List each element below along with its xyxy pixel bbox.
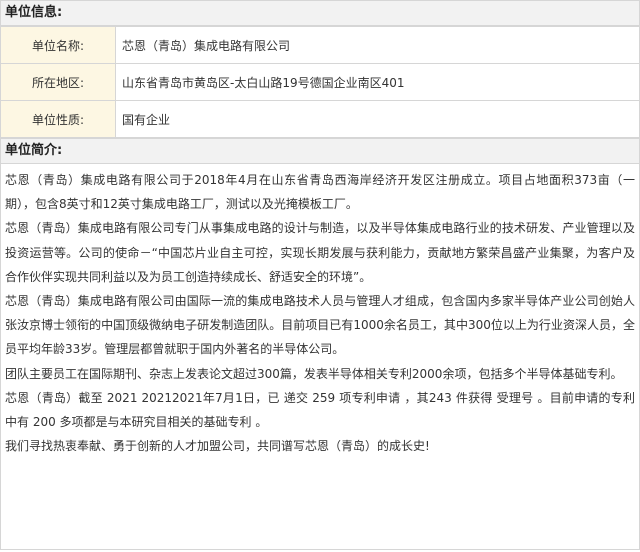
intro-paragraph: 我们寻找热衷奉献、勇于创新的人才加盟公司，共同谱写芯恩（青岛）的成长史! bbox=[5, 439, 430, 454]
info-row-nature: 单位性质: 国有企业 bbox=[0, 100, 640, 138]
info-row-region: 所在地区: 山东省青岛市黄岛区-太白山路19号德国企业南区401 bbox=[0, 63, 640, 101]
intro-paragraph: 团队主要员工在国际期刊、杂志上发表论文超过300篇，发表半导体相关专利2000余… bbox=[5, 366, 623, 381]
unit-nature-label: 单位性质: bbox=[0, 100, 116, 138]
unit-name-value: 芯恩（青岛）集成电路有限公司 bbox=[115, 26, 640, 64]
region-value: 山东省青岛市黄岛区-太白山路19号德国企业南区401 bbox=[115, 63, 640, 101]
info-row-name: 单位名称: 芯恩（青岛）集成电路有限公司 bbox=[0, 26, 640, 64]
unit-intro-body: 芯恩（青岛）集成电路有限公司于2018年4月在山东省青岛西海岸经济开发区注册成立… bbox=[0, 164, 640, 550]
unit-info-table: 单位名称: 芯恩（青岛）集成电路有限公司 所在地区: 山东省青岛市黄岛区-太白山… bbox=[0, 26, 640, 138]
unit-intro-header: 单位简介: bbox=[0, 138, 640, 164]
unit-info-header: 单位信息: bbox=[0, 0, 640, 26]
intro-paragraph: 芯恩（青岛）截至 2021 20212021年7月1日，已 递交 259 项专利… bbox=[5, 390, 635, 430]
unit-nature-value: 国有企业 bbox=[115, 100, 640, 138]
unit-name-label: 单位名称: bbox=[0, 26, 116, 64]
intro-paragraph: 芯恩（青岛）集成电路有限公司专门从事集成电路的设计与制造，以及半导体集成电路行业… bbox=[5, 221, 635, 284]
intro-paragraph: 芯恩（青岛）集成电路有限公司于2018年4月在山东省青岛西海岸经济开发区注册成立… bbox=[5, 173, 635, 212]
region-label: 所在地区: bbox=[0, 63, 116, 101]
intro-paragraph: 芯恩（青岛）集成电路有限公司由国际一流的集成电路技术人员与管理人才组成，包含国内… bbox=[5, 294, 635, 357]
